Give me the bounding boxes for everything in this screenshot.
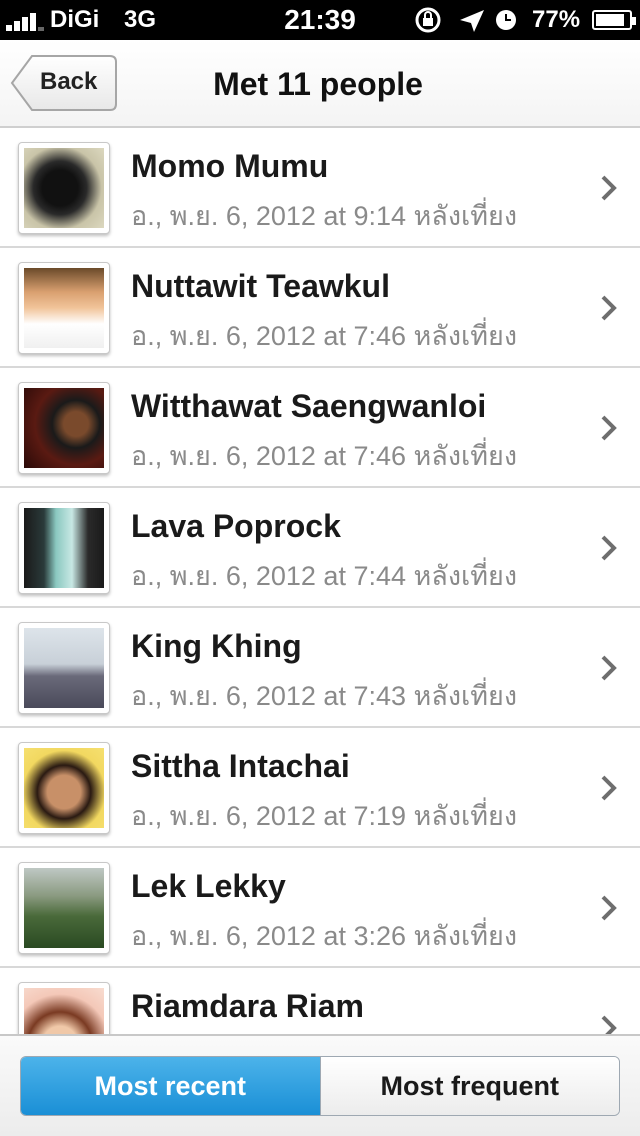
avatar: [18, 502, 110, 594]
chevron-right-icon: [601, 895, 617, 921]
most-frequent-segment[interactable]: Most frequent: [319, 1057, 619, 1115]
chevron-right-icon: [601, 655, 617, 681]
rotation-lock-icon: [415, 7, 441, 33]
list-item[interactable]: King Khing อ., พ.ย. 6, 2012 at 7:43 หลัง…: [0, 608, 640, 728]
battery-percent: 77%: [532, 6, 581, 33]
person-name: Witthawat Saengwanloi: [131, 388, 487, 424]
avatar: [18, 982, 110, 1034]
avatar: [18, 382, 110, 474]
sort-segmented-control: Most recent Most frequent: [20, 1056, 620, 1116]
navigation-bar: Back Met 11 people: [0, 40, 640, 128]
most-recent-segment[interactable]: Most recent: [21, 1057, 320, 1115]
page-title: Met 11 people: [213, 66, 423, 102]
person-name: Sittha Intachai: [131, 748, 350, 784]
avatar: [18, 142, 110, 234]
list-item[interactable]: Riamdara Riam: [0, 968, 640, 1034]
list-item[interactable]: Lava Poprock อ., พ.ย. 6, 2012 at 7:44 หล…: [0, 488, 640, 608]
person-name: King Khing: [131, 628, 302, 664]
chevron-right-icon: [601, 1015, 617, 1034]
list-item[interactable]: Momo Mumu อ., พ.ย. 6, 2012 at 9:14 หลังเ…: [0, 128, 640, 248]
bottom-toolbar: Most recent Most frequent: [0, 1034, 640, 1136]
met-date: อ., พ.ย. 6, 2012 at 9:14 หลังเที่ยง: [131, 201, 518, 231]
met-date: อ., พ.ย. 6, 2012 at 7:46 หลังเที่ยง: [131, 321, 518, 351]
person-name: Lava Poprock: [131, 508, 341, 544]
met-date: อ., พ.ย. 6, 2012 at 7:19 หลังเที่ยง: [131, 801, 518, 831]
person-name: Momo Mumu: [131, 148, 329, 184]
avatar: [18, 862, 110, 954]
chevron-right-icon: [601, 175, 617, 201]
chevron-right-icon: [601, 775, 617, 801]
avatar: [18, 622, 110, 714]
location-arrow-icon: [460, 10, 484, 32]
people-list: Momo Mumu อ., พ.ย. 6, 2012 at 9:14 หลังเ…: [0, 128, 640, 1034]
person-name: Nuttawit Teawkul: [131, 268, 390, 304]
chevron-right-icon: [601, 535, 617, 561]
met-date: อ., พ.ย. 6, 2012 at 7:43 หลังเที่ยง: [131, 681, 518, 711]
avatar: [18, 262, 110, 354]
met-date: อ., พ.ย. 6, 2012 at 7:44 หลังเที่ยง: [131, 561, 518, 591]
list-item[interactable]: Witthawat Saengwanloi อ., พ.ย. 6, 2012 a…: [0, 368, 640, 488]
battery-icon: [592, 10, 636, 30]
list-item[interactable]: Nuttawit Teawkul อ., พ.ย. 6, 2012 at 7:4…: [0, 248, 640, 368]
avatar: [18, 742, 110, 834]
alarm-clock-icon: [496, 10, 516, 30]
chevron-right-icon: [601, 295, 617, 321]
chevron-right-icon: [601, 415, 617, 441]
status-icons: [415, 7, 516, 33]
met-date: อ., พ.ย. 6, 2012 at 7:46 หลังเที่ยง: [131, 441, 518, 471]
person-name: Lek Lekky: [131, 868, 286, 904]
status-bar: DiGi 3G 21:39 77%: [0, 0, 640, 40]
list-item[interactable]: Sittha Intachai อ., พ.ย. 6, 2012 at 7:19…: [0, 728, 640, 848]
person-name: Riamdara Riam: [131, 988, 364, 1024]
list-item[interactable]: Lek Lekky อ., พ.ย. 6, 2012 at 3:26 หลังเ…: [0, 848, 640, 968]
met-date: อ., พ.ย. 6, 2012 at 3:26 หลังเที่ยง: [131, 921, 518, 951]
